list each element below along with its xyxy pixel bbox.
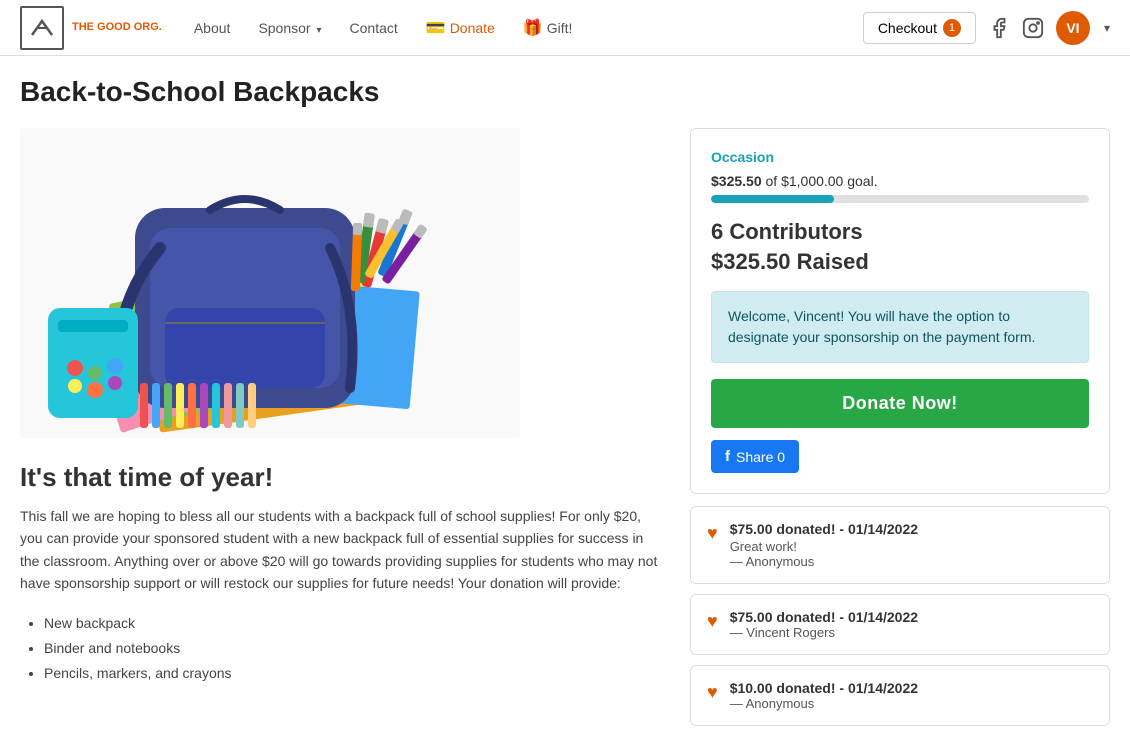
logo-text: THE GOOD ORG. xyxy=(72,21,162,34)
nav-gift-label: Gift! xyxy=(547,20,573,36)
list-item: Pencils, markers, and crayons xyxy=(44,661,666,686)
content-layout: It's that time of year! This fall we are… xyxy=(20,128,1110,736)
donation-info-2: $10.00 donated! - 01/14/2022 — Anonymous xyxy=(730,680,918,711)
list-item: New backpack xyxy=(44,611,666,636)
donation-card-0: ♥ $75.00 donated! - 01/14/2022 Great wor… xyxy=(690,506,1110,584)
donation-donor-1: — Vincent Rogers xyxy=(730,625,918,640)
heart-icon: ♥ xyxy=(707,611,718,632)
current-amount: $325.50 xyxy=(711,173,762,189)
campaign-image xyxy=(20,128,520,438)
donate-now-button[interactable]: Donate Now! xyxy=(711,379,1089,428)
left-column: It's that time of year! This fall we are… xyxy=(20,128,666,736)
campaign-list: New backpack Binder and notebooks Pencil… xyxy=(20,611,666,687)
sponsor-dropdown-icon: ▾ xyxy=(316,25,321,36)
occasion-label: Occasion xyxy=(711,149,1089,165)
backpack-illustration xyxy=(20,128,520,438)
welcome-message: Welcome, Vincent! You will have the opti… xyxy=(711,291,1089,363)
contributors-count: 6 Contributors xyxy=(711,219,1089,245)
nav-donate[interactable]: 💳 Donate xyxy=(414,10,507,46)
checkout-label: Checkout xyxy=(878,20,937,36)
fb-icon: f xyxy=(725,448,730,465)
donation-amount-2: $10.00 donated! - 01/14/2022 xyxy=(730,680,918,696)
nav-right: Checkout 1 VI ▾ xyxy=(863,11,1110,45)
goal-amount-text: of $1,000.00 goal. xyxy=(766,173,878,189)
campaign-body: This fall we are hoping to bless all our… xyxy=(20,505,666,595)
gift-icon: 🎁 xyxy=(523,18,543,38)
progress-bar-fill xyxy=(711,195,834,203)
campaign-headline: It's that time of year! xyxy=(20,462,666,493)
donation-card-1: ♥ $75.00 donated! - 01/14/2022 — Vincent… xyxy=(690,594,1110,655)
donation-donor-0: — Anonymous xyxy=(730,554,918,569)
nav-donate-label: Donate xyxy=(450,20,495,36)
heart-icon: ♥ xyxy=(707,682,718,703)
navbar: THE GOOD ORG. About Sponsor ▾ Contact 💳 … xyxy=(0,0,1130,56)
nav-contact[interactable]: Contact xyxy=(338,12,410,44)
instagram-icon[interactable] xyxy=(1022,17,1044,39)
donation-info-0: $75.00 donated! - 01/14/2022 Great work!… xyxy=(730,521,918,569)
logo-icon xyxy=(27,13,57,43)
donation-card-2: ♥ $10.00 donated! - 01/14/2022 — Anonymo… xyxy=(690,665,1110,726)
page-title: Back-to-School Backpacks xyxy=(20,76,1110,108)
checkout-badge: 1 xyxy=(943,19,961,37)
donation-message-0: Great work! xyxy=(730,539,918,554)
donation-info-1: $75.00 donated! - 01/14/2022 — Vincent R… xyxy=(730,609,918,640)
facebook-icon[interactable] xyxy=(988,17,1010,39)
avatar[interactable]: VI xyxy=(1056,11,1090,45)
nav-sponsor[interactable]: Sponsor ▾ xyxy=(246,12,333,44)
goal-text: $325.50 of $1,000.00 goal. xyxy=(711,173,1089,189)
raised-amount: $325.50 Raised xyxy=(711,249,1089,275)
logo[interactable]: THE GOOD ORG. xyxy=(20,6,162,50)
facebook-share-button[interactable]: f Share 0 xyxy=(711,440,799,473)
nav-links: About Sponsor ▾ Contact 💳 Donate 🎁 Gift! xyxy=(182,10,863,46)
progress-bar xyxy=(711,195,1089,203)
right-column: Occasion $325.50 of $1,000.00 goal. 6 Co… xyxy=(690,128,1110,736)
donation-donor-2: — Anonymous xyxy=(730,696,918,711)
list-item: Binder and notebooks xyxy=(44,636,666,661)
checkout-button[interactable]: Checkout 1 xyxy=(863,12,976,44)
logo-box xyxy=(20,6,64,50)
nav-about[interactable]: About xyxy=(182,12,243,44)
donation-panel: Occasion $325.50 of $1,000.00 goal. 6 Co… xyxy=(690,128,1110,494)
donation-amount-1: $75.00 donated! - 01/14/2022 xyxy=(730,609,918,625)
nav-gift[interactable]: 🎁 Gift! xyxy=(511,10,585,46)
fb-share-label: Share 0 xyxy=(736,449,785,465)
main-content: Back-to-School Backpacks xyxy=(0,56,1130,756)
avatar-dropdown-icon[interactable]: ▾ xyxy=(1104,21,1110,35)
donate-card-icon: 💳 xyxy=(426,18,446,38)
heart-icon: ♥ xyxy=(707,523,718,544)
donation-amount-0: $75.00 donated! - 01/14/2022 xyxy=(730,521,918,537)
